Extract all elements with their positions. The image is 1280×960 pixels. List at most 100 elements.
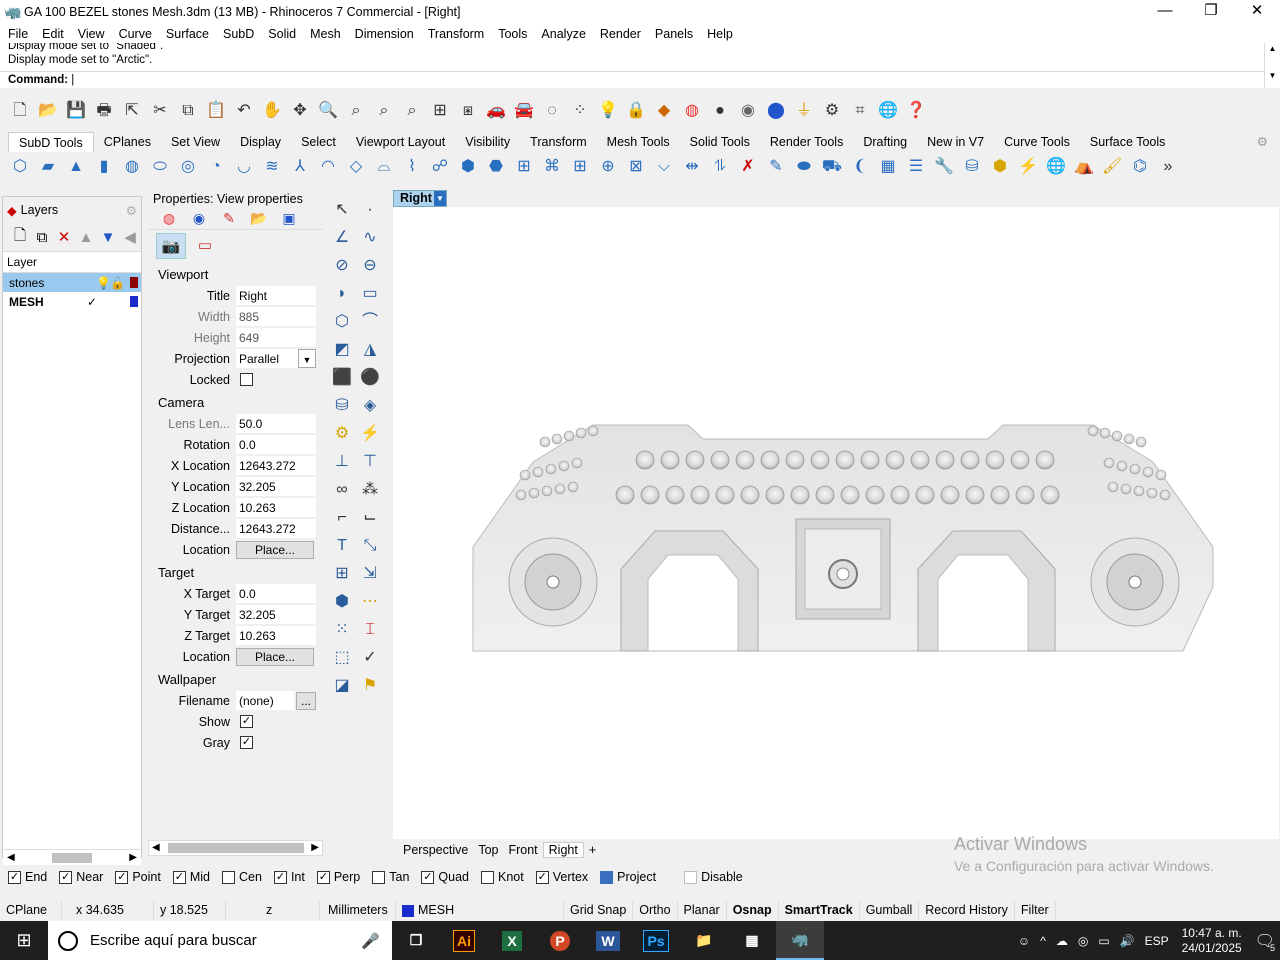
four-views-icon[interactable]: ⊞ xyxy=(428,99,452,123)
subd-delete-icon[interactable]: ✗ xyxy=(736,155,760,179)
grid-snap-icon[interactable]: ⌗ xyxy=(848,99,872,123)
lock-icon[interactable]: 🔓 xyxy=(110,276,125,290)
tab-viewport-layout[interactable]: Viewport Layout xyxy=(346,132,455,152)
scroll-thumb[interactable] xyxy=(52,853,92,863)
osnap-end[interactable]: ✓ End xyxy=(8,870,47,884)
osnap-quad[interactable]: ✓ Quad xyxy=(421,870,469,884)
mesh-plane-icon[interactable]: ◈ xyxy=(357,393,383,419)
subd-slide-icon[interactable]: ⌘ xyxy=(540,155,564,179)
subd-patch-icon[interactable]: ⬬ xyxy=(792,155,816,179)
tab-set-view[interactable]: Set View xyxy=(161,132,230,152)
distance-field[interactable]: 12643.272 xyxy=(236,518,316,539)
trim-icon[interactable]: ⊥ xyxy=(329,449,355,475)
point-grid-icon[interactable]: ⁙ xyxy=(329,617,355,643)
select-point-icon[interactable]: ◌ xyxy=(540,99,564,123)
blue-sphere-icon[interactable]: ⬤ xyxy=(764,99,788,123)
copy-icon[interactable]: ⧉ xyxy=(176,99,200,123)
rectangle-icon[interactable]: ▭ xyxy=(357,281,383,307)
tab-select[interactable]: Select xyxy=(291,132,346,152)
menu-edit[interactable]: Edit xyxy=(34,27,70,41)
subd-cube-gold-icon[interactable]: ⬢ xyxy=(988,155,1012,179)
menu-analyze[interactable]: Analyze xyxy=(533,27,591,41)
menu-mesh[interactable]: Mesh xyxy=(302,27,347,41)
rhino-taskbar-icon[interactable]: 🦏 xyxy=(776,921,824,960)
viewport-canvas[interactable] xyxy=(393,207,1279,839)
y-location-field[interactable]: 32.205 xyxy=(236,476,316,497)
analysis-icon[interactable]: ⏚ xyxy=(792,99,816,123)
bezel-model[interactable] xyxy=(393,207,1279,839)
toggle-smarttrack[interactable]: SmartTrack xyxy=(779,901,860,920)
undo-icon[interactable]: ↶ xyxy=(232,99,256,123)
point-icon[interactable]: · xyxy=(357,197,383,223)
cut-icon[interactable]: ✂ xyxy=(148,99,172,123)
camera-place-button[interactable]: Place... xyxy=(236,540,314,559)
checkbox[interactable]: ✓ xyxy=(115,870,129,884)
lock-icon[interactable]: 🔒 xyxy=(624,99,648,123)
subd-align-icon[interactable]: ⇹ xyxy=(680,155,704,179)
cloud-icon[interactable]: ☁ xyxy=(1051,934,1073,948)
battery-icon[interactable]: ▭ xyxy=(1093,934,1114,948)
object-properties-icon[interactable]: ◍ xyxy=(154,210,184,227)
add-viewport-icon[interactable]: + xyxy=(584,843,601,857)
layer-column-header[interactable]: Layer xyxy=(3,251,141,273)
windows-start-icon[interactable]: ⊞ xyxy=(0,921,48,960)
scroll-left-icon[interactable]: ◀ xyxy=(152,841,160,855)
checkbox[interactable]: ✓ xyxy=(59,870,73,884)
tab-transform[interactable]: Transform xyxy=(520,132,597,152)
tab-visibility[interactable]: Visibility xyxy=(455,132,520,152)
cplane-label[interactable]: CPlane xyxy=(0,901,62,920)
bulb-icon[interactable]: 💡 xyxy=(96,276,111,290)
subd-sphere-icon[interactable]: ◍ xyxy=(120,155,144,179)
osnap-tan[interactable]: Tan xyxy=(372,870,409,884)
subd-cup-icon[interactable]: ⌵ xyxy=(652,155,676,179)
check-icon[interactable]: ✓ xyxy=(357,645,383,671)
help-icon[interactable]: ❓ xyxy=(904,99,928,123)
toggle-filter[interactable]: Filter xyxy=(1015,901,1056,920)
lens-length-field[interactable]: 50.0 xyxy=(236,413,316,434)
subd-mirror-icon[interactable]: ⥮ xyxy=(708,155,732,179)
zoom-selected-icon[interactable]: ⌕ xyxy=(400,99,424,123)
shapes-icon[interactable]: ◪ xyxy=(329,673,355,699)
circle-icon[interactable]: ⊘ xyxy=(329,253,355,279)
fillet-icon[interactable]: ⌐ xyxy=(329,505,355,531)
material-icon[interactable]: ◉ xyxy=(184,210,214,227)
z-target-field[interactable]: 10.263 xyxy=(236,625,316,646)
surface-extrude-icon[interactable]: ◮ xyxy=(357,337,383,363)
polygon-icon[interactable]: ⬡ xyxy=(329,309,355,335)
osnap-project[interactable]: Project xyxy=(600,870,656,884)
options-gear-icon[interactable]: ⚙ xyxy=(820,99,844,123)
tab-right[interactable]: Right xyxy=(542,842,584,858)
target-place-button[interactable]: Place... xyxy=(236,647,314,666)
shaded-sphere-icon[interactable]: ● xyxy=(708,99,732,123)
menu-panels[interactable]: Panels xyxy=(647,27,699,41)
current-layer[interactable]: MESH xyxy=(396,901,564,920)
chevron-up-icon[interactable]: ^ xyxy=(1035,934,1051,948)
scroll-up-icon[interactable]: ▲ xyxy=(1265,43,1280,54)
subd-ellipsoid-icon[interactable]: ⬭ xyxy=(148,155,172,179)
subd-weld-icon[interactable]: ⊠ xyxy=(624,155,648,179)
task-view-icon[interactable]: ❐ xyxy=(392,921,440,960)
checkbox[interactable] xyxy=(372,870,386,884)
osnap-vertex[interactable]: ✓ Vertex xyxy=(535,870,588,884)
layers-settings-gear-icon[interactable]: ⚙ xyxy=(126,203,137,218)
menu-transform[interactable]: Transform xyxy=(420,27,491,41)
osnap-near[interactable]: ✓ Near xyxy=(59,870,103,884)
subd-bevel-icon[interactable]: ⬢ xyxy=(456,155,480,179)
ruler-icon[interactable]: ⋯ xyxy=(357,589,383,615)
freeform-icon[interactable]: ⌒ xyxy=(357,309,383,335)
menu-render[interactable]: Render xyxy=(592,27,647,41)
toggle-gumball[interactable]: Gumball xyxy=(860,901,920,920)
command-scrollbar[interactable]: ▲ ▼ xyxy=(1264,43,1280,88)
rotation-field[interactable]: 0.0 xyxy=(236,434,316,455)
restore-button[interactable]: ❐ xyxy=(1188,0,1234,24)
x-location-field[interactable]: 12643.272 xyxy=(236,455,316,476)
browse-button[interactable]: ... xyxy=(296,691,316,710)
save-icon[interactable]: 💾 xyxy=(64,99,88,123)
checkbox[interactable] xyxy=(481,870,494,884)
subd-fill-icon[interactable]: ☍ xyxy=(428,155,452,179)
menu-help[interactable]: Help xyxy=(699,27,739,41)
excel-icon[interactable]: X xyxy=(488,921,536,960)
word-icon[interactable]: W xyxy=(584,921,632,960)
subd-cylinder-icon[interactable]: ▮ xyxy=(92,155,116,179)
boolean-union-icon[interactable]: ∞ xyxy=(329,477,355,503)
